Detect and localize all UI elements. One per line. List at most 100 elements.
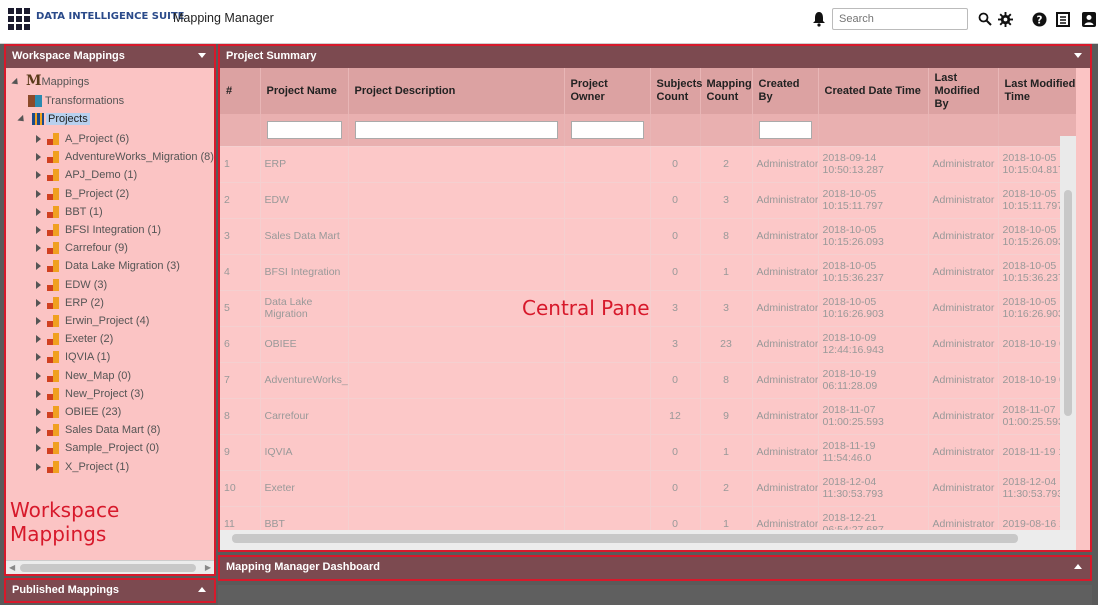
tree-root-mappings[interactable]: MMappings	[11, 72, 89, 90]
brand-title[interactable]: DATA INTELLIGENCE SUITE	[36, 11, 185, 22]
tree-project-item[interactable]: APJ_Demo (1)	[36, 166, 137, 184]
table-cell: 0	[650, 506, 701, 530]
column-header[interactable]: Created Date Time	[818, 68, 929, 114]
table-row[interactable]: 3 Sales Data Mart 0 8 Administrator 2018-10-0…	[220, 218, 1076, 255]
column-header[interactable]: Project Description	[348, 68, 565, 114]
tree-project-item[interactable]: EDW (3)	[36, 276, 107, 294]
chevron-right-icon[interactable]	[36, 262, 41, 271]
chevron-right-icon[interactable]	[36, 153, 41, 162]
column-header[interactable]: Last Modified Da Time	[998, 68, 1076, 114]
table-row[interactable]: 9 IQVIA 0 1 Administrator 2018-11-19 11:54:46…	[220, 434, 1076, 471]
column-header[interactable]: Subjects Count	[650, 68, 702, 114]
table-cell	[348, 362, 565, 399]
table-row[interactable]: 1 ERP 0 2 Administrator 2018-09-14 10:50:13.2…	[220, 146, 1076, 183]
tree-project-item[interactable]: New_Project (3)	[36, 385, 144, 403]
vertical-scrollbar[interactable]	[1060, 136, 1076, 530]
tree-project-item[interactable]: X_Project (1)	[36, 458, 129, 476]
tree-project-item[interactable]: B_Project (2)	[36, 185, 129, 203]
chevron-right-icon[interactable]	[36, 280, 41, 289]
project-icon	[47, 133, 61, 146]
chevron-right-icon[interactable]	[36, 298, 41, 307]
table-cell: 12	[650, 398, 701, 435]
table-cell: 7	[220, 362, 261, 399]
chevron-right-icon[interactable]	[36, 371, 41, 380]
column-header[interactable]: Last Modified By	[928, 68, 999, 114]
chevron-right-icon[interactable]	[36, 353, 41, 362]
document-icon[interactable]	[1054, 10, 1072, 28]
scroll-left-icon[interactable]: ◀	[9, 564, 15, 572]
table-cell: 2018-10-05 10:16:26.903	[818, 290, 929, 327]
bell-icon[interactable]	[812, 11, 826, 27]
expand-icon[interactable]	[17, 114, 27, 124]
chevron-right-icon[interactable]	[36, 426, 41, 435]
table-row[interactable]: 8 Carrefour 12 9 Administrator 2018-11-07 01:…	[220, 398, 1076, 435]
column-header[interactable]: Project Owner	[564, 68, 651, 114]
tree-item-transformations[interactable]: Transformations	[28, 92, 124, 110]
tree-project-item[interactable]: Carrefour (9)	[36, 239, 128, 257]
dashboard-header[interactable]: Mapping Manager Dashboard	[220, 557, 1090, 579]
chevron-right-icon[interactable]	[36, 317, 41, 326]
chevron-down-icon[interactable]	[1074, 53, 1082, 58]
workspace-mappings-header[interactable]: Workspace Mappings	[6, 46, 214, 68]
user-icon[interactable]	[1080, 10, 1098, 28]
project-owner-filter[interactable]	[570, 120, 644, 139]
chevron-right-icon[interactable]	[36, 444, 41, 453]
search-icon[interactable]	[976, 10, 994, 28]
tree-project-item[interactable]: New_Map (0)	[36, 367, 131, 385]
created-by-filter[interactable]	[758, 120, 812, 139]
chevron-right-icon[interactable]	[36, 207, 41, 216]
column-header[interactable]: Created By	[752, 68, 819, 114]
gear-icon[interactable]	[996, 10, 1014, 28]
tree-project-item[interactable]: Data Lake Migration (3)	[36, 257, 180, 275]
search-input[interactable]	[832, 8, 968, 30]
tree-project-item[interactable]: AdventureWorks_Migration (8)	[36, 148, 214, 166]
table-row[interactable]: 10 Exeter 0 2 Administrator 2018-12-04 11:30:…	[220, 470, 1076, 507]
table-row[interactable]: 7 AdventureWorks_I 0 8 Administrator 2018-10-…	[220, 362, 1076, 399]
project-description-filter[interactable]	[354, 120, 558, 139]
tree-project-item[interactable]: A_Project (6)	[36, 130, 129, 148]
tree-project-item[interactable]: Exeter (2)	[36, 330, 113, 348]
table-row[interactable]: 11 BBT 0 1 Administrator 2018-12-21 06:54:27.…	[220, 506, 1076, 530]
table-row[interactable]: 2 EDW 0 3 Administrator 2018-10-05 10:15:11.7…	[220, 182, 1076, 219]
app-grid-icon[interactable]	[8, 8, 30, 30]
table-cell: 8	[220, 398, 261, 435]
table-row[interactable]: 6 OBIEE 3 23 Administrator 2018-10-09 12:44:1…	[220, 326, 1076, 363]
tree-project-item[interactable]: Erwin_Project (4)	[36, 312, 149, 330]
scroll-thumb[interactable]	[20, 564, 196, 572]
tree-project-item[interactable]: BBT (1)	[36, 203, 103, 221]
expand-icon[interactable]	[11, 77, 21, 87]
chevron-up-icon[interactable]	[1074, 564, 1082, 569]
tree-project-item[interactable]: BFSI Integration (1)	[36, 221, 161, 239]
chevron-right-icon[interactable]	[36, 335, 41, 344]
chevron-right-icon[interactable]	[36, 389, 41, 398]
chevron-right-icon[interactable]	[36, 135, 41, 144]
tree-project-item[interactable]: IQVIA (1)	[36, 348, 110, 366]
table-row[interactable]: 4 BFSI Integration 0 1 Administrator 2018-10-…	[220, 254, 1076, 291]
scroll-thumb[interactable]	[232, 534, 1018, 543]
chevron-right-icon[interactable]	[36, 408, 41, 417]
tree-project-item[interactable]: Sample_Project (0)	[36, 439, 159, 457]
chevron-right-icon[interactable]	[36, 189, 41, 198]
chevron-right-icon[interactable]	[36, 462, 41, 471]
chevron-right-icon[interactable]	[36, 171, 41, 180]
project-name-filter[interactable]	[266, 120, 342, 139]
table-cell: Administrator	[752, 326, 819, 363]
tree-project-item[interactable]: Sales Data Mart (8)	[36, 421, 160, 439]
tree-item-projects[interactable]: Projects	[17, 110, 90, 128]
tree-project-item[interactable]: ERP (2)	[36, 294, 104, 312]
column-header[interactable]: Project Name	[260, 68, 349, 114]
chevron-right-icon[interactable]	[36, 244, 41, 253]
published-mappings-header[interactable]: Published Mappings	[6, 580, 214, 601]
table-horizontal-scrollbar[interactable]	[220, 530, 1076, 550]
project-summary-header[interactable]: Project Summary	[220, 46, 1090, 68]
help-icon[interactable]: ?	[1030, 10, 1048, 28]
horizontal-scrollbar[interactable]: ◀ ▶	[6, 560, 214, 574]
column-header[interactable]: #	[220, 68, 261, 114]
scroll-right-icon[interactable]: ▶	[205, 564, 211, 572]
column-header[interactable]: Mapping Count	[700, 68, 753, 114]
chevron-down-icon[interactable]	[198, 53, 206, 58]
tree-project-item[interactable]: OBIEE (23)	[36, 403, 121, 421]
chevron-right-icon[interactable]	[36, 226, 41, 235]
chevron-up-icon[interactable]	[198, 587, 206, 592]
scroll-thumb[interactable]	[1064, 190, 1072, 416]
